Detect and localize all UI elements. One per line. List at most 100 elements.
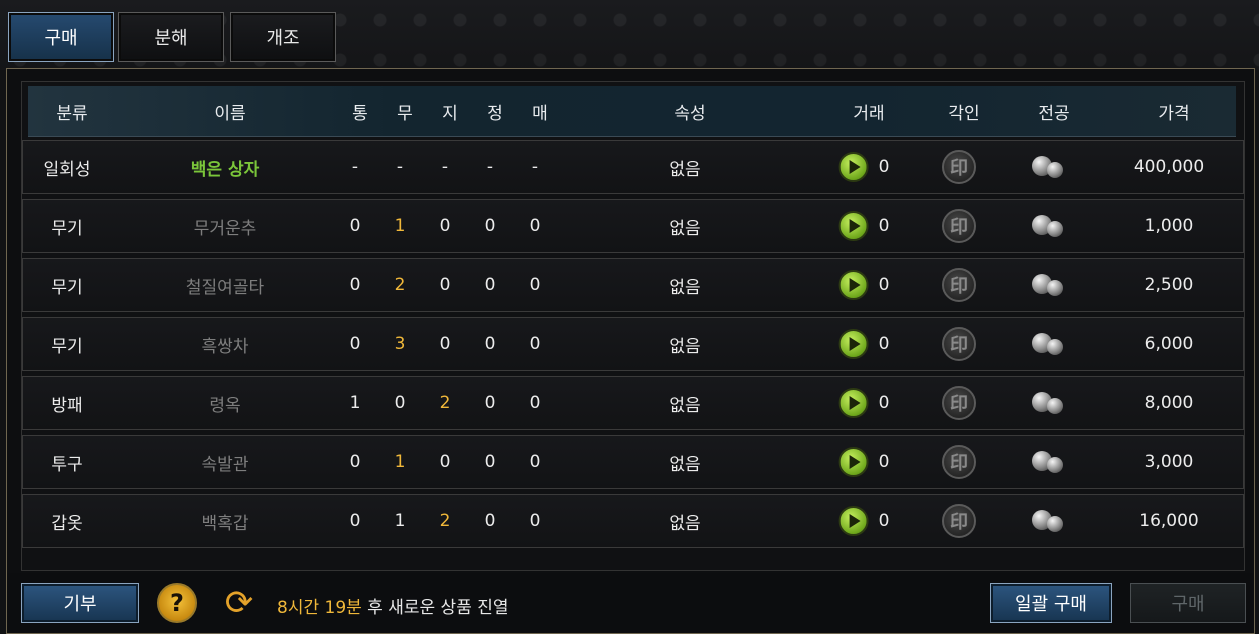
- item-stat-2: 1: [394, 216, 406, 236]
- seal-stamp-icon[interactable]: 印: [942, 504, 976, 538]
- restock-time: 8시간 19분: [277, 598, 362, 618]
- item-stat-4: -: [486, 157, 494, 177]
- item-stat-5: 0: [529, 452, 541, 472]
- header-trade: 거래: [853, 103, 885, 124]
- seal-stamp-icon[interactable]: 印: [942, 386, 976, 420]
- item-price: 2,500: [1144, 275, 1194, 295]
- item-stat-1: 0: [349, 511, 361, 531]
- arrow-right-circle-icon[interactable]: [838, 506, 869, 536]
- item-stat-2: 3: [394, 334, 406, 354]
- item-stat-4: 0: [484, 511, 496, 531]
- arrow-right-circle-icon[interactable]: [838, 447, 869, 477]
- trade-group: 0: [838, 329, 889, 359]
- item-category: 무기: [51, 336, 83, 357]
- seal-cell: 印: [942, 436, 976, 488]
- trade-cell: 0: [838, 318, 889, 370]
- item-stat-5: -: [531, 157, 539, 177]
- pearl-icon: [1030, 390, 1068, 416]
- item-stat-4: 0: [484, 334, 496, 354]
- item-attribute: 없음: [669, 277, 701, 298]
- seal-stamp-icon[interactable]: 印: [942, 150, 976, 184]
- tab-buy[interactable]: 구매: [8, 12, 114, 62]
- pearl-icon: [1030, 508, 1068, 534]
- item-stat-3: 0: [439, 275, 451, 295]
- item-category: 갑옷: [51, 513, 83, 534]
- seal-cell: 印: [942, 200, 976, 252]
- pearl-icon: [1030, 449, 1068, 475]
- merit-cell: [1030, 141, 1068, 193]
- seal-stamp-icon[interactable]: 印: [942, 445, 976, 479]
- item-category: 투구: [51, 454, 83, 475]
- trade-count: 0: [878, 452, 890, 472]
- restock-text: 후 새로운 상품 진열: [361, 598, 509, 618]
- footer-bar: 기부 ? ⟳ 8시간 19분 후 새로운 상품 진열 일괄 구매 구매: [7, 573, 1254, 633]
- refresh-icon[interactable]: ⟳: [219, 583, 259, 623]
- header-stat-3: 지: [442, 103, 458, 124]
- item-stat-1: 0: [349, 216, 361, 236]
- tab-modify[interactable]: 개조: [230, 12, 336, 62]
- arrow-right-circle-icon[interactable]: [838, 211, 869, 241]
- seal-stamp-icon[interactable]: 印: [942, 327, 976, 361]
- donate-button[interactable]: 기부: [21, 583, 139, 623]
- trade-count: 0: [878, 157, 890, 177]
- arrow-right-circle-icon[interactable]: [838, 152, 869, 182]
- item-attribute: 없음: [669, 513, 701, 534]
- item-price: 3,000: [1144, 452, 1194, 472]
- item-stat-3: 0: [439, 452, 451, 472]
- header-stat-4: 정: [487, 103, 503, 124]
- table-row[interactable]: 일회성 백은 상자 - - - - - 없음 0 印 400,000: [22, 140, 1244, 194]
- arrow-right-circle-icon[interactable]: [838, 329, 869, 359]
- question-icon[interactable]: ?: [157, 583, 197, 623]
- arrow-right-circle-icon[interactable]: [838, 388, 869, 418]
- table-row[interactable]: 갑옷 백혹갑 0 1 2 0 0 없음 0 印 16,000: [22, 494, 1244, 548]
- trade-group: 0: [838, 447, 890, 477]
- arrow-right-circle-icon[interactable]: [838, 270, 869, 300]
- seal-stamp-icon[interactable]: 印: [942, 209, 976, 243]
- item-name: 백은 상자: [190, 159, 260, 180]
- seal-cell: 印: [942, 377, 976, 429]
- merit-cell: [1030, 259, 1068, 311]
- table-row[interactable]: 투구 속발관 0 1 0 0 0 없음 0 印 3,000: [22, 435, 1244, 489]
- tab-disassemble[interactable]: 분해: [118, 12, 224, 62]
- trade-group: 0: [838, 270, 890, 300]
- trade-count: 0: [878, 393, 890, 413]
- header-merit: 전공: [1038, 103, 1070, 124]
- item-category: 일회성: [43, 159, 91, 180]
- item-stat-4: 0: [484, 393, 496, 413]
- table-row[interactable]: 무기 철질여골타 0 2 0 0 0 없음 0 印 2,500: [22, 258, 1244, 312]
- trade-count: 0: [878, 275, 890, 295]
- seal-stamp-icon[interactable]: 印: [942, 268, 976, 302]
- shop-panel: 분류 이름 통 무 지 정 매 속성 거래 각인 전공 가격 일회성 백은 상자 -…: [6, 68, 1255, 634]
- header-seal: 각인: [948, 103, 980, 124]
- trade-cell: 0: [838, 141, 890, 193]
- item-stat-2: 1: [394, 511, 406, 531]
- header-attribute: 속성: [674, 103, 706, 124]
- pearl-icon: [1030, 154, 1068, 180]
- item-stat-3: 0: [439, 216, 451, 236]
- buy-button[interactable]: 구매: [1130, 583, 1246, 623]
- item-category: 방패: [51, 395, 83, 416]
- item-category: 무기: [51, 277, 83, 298]
- merit-cell: [1030, 377, 1068, 429]
- restock-notice: 8시간 19분 후 새로운 상품 진열: [277, 593, 509, 618]
- item-category: 무기: [51, 218, 83, 239]
- item-stat-4: 0: [484, 275, 496, 295]
- item-stat-4: 0: [484, 216, 496, 236]
- table-header: 분류 이름 통 무 지 정 매 속성 거래 각인 전공 가격: [28, 86, 1236, 137]
- trade-cell: 0: [838, 259, 890, 311]
- table-row[interactable]: 무기 무거운추 0 1 0 0 0 없음 0 印 1,000: [22, 199, 1244, 253]
- item-stat-1: -: [351, 157, 359, 177]
- table-row[interactable]: 방패 령옥 1 0 2 0 0 없음 0 印 8,000: [22, 376, 1244, 430]
- item-stat-4: 0: [484, 452, 496, 472]
- item-stat-2: 2: [394, 275, 406, 295]
- item-stat-5: 0: [529, 334, 541, 354]
- trade-group: 0: [838, 152, 890, 182]
- item-stat-3: -: [441, 157, 449, 177]
- table-row[interactable]: 무기 흑쌍차 0 3 0 0 0 없음 0 印 6,000: [22, 317, 1244, 371]
- merit-cell: [1030, 318, 1068, 370]
- item-stat-5: 0: [529, 511, 541, 531]
- bulk-buy-button[interactable]: 일괄 구매: [990, 583, 1112, 623]
- item-name: 령옥: [209, 395, 241, 416]
- item-stat-2: 0: [394, 393, 406, 413]
- seal-cell: 印: [942, 495, 976, 547]
